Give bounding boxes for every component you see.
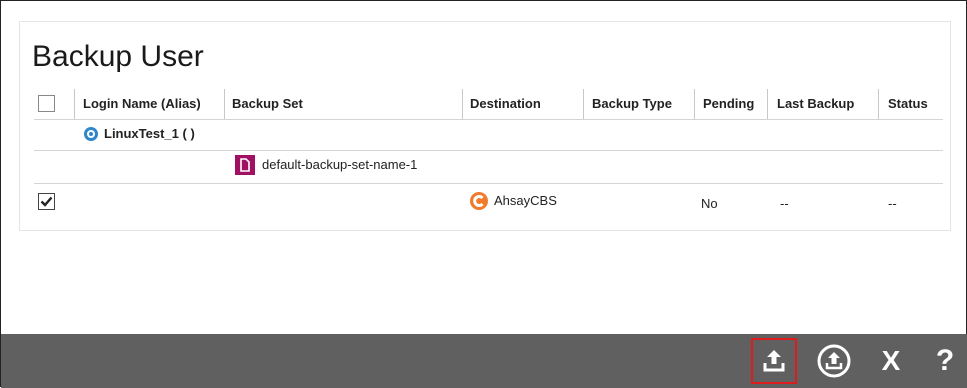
column-header-status[interactable]: Status	[888, 89, 928, 119]
column-header-login-name[interactable]: Login Name (Alias)	[83, 89, 201, 119]
select-all-checkbox[interactable]	[38, 95, 55, 112]
help-button[interactable]: ?	[922, 338, 967, 384]
close-button[interactable]: X	[868, 338, 914, 384]
column-header-backup-set[interactable]: Backup Set	[232, 89, 303, 119]
column-divider	[74, 89, 75, 119]
close-icon: X	[881, 345, 901, 376]
column-header-destination[interactable]: Destination	[470, 89, 541, 119]
column-divider	[224, 89, 225, 119]
footer-toolbar: X ?	[1, 334, 967, 388]
checkmark-icon	[40, 196, 53, 207]
ahsaycbs-destination-icon	[470, 192, 488, 210]
column-header-pending[interactable]: Pending	[703, 89, 754, 119]
upload-option-button[interactable]	[811, 338, 857, 384]
row-divider	[34, 150, 943, 151]
backup-upload-button[interactable]	[751, 338, 797, 384]
circle-upload-icon	[817, 344, 851, 378]
column-header-backup-type[interactable]: Backup Type	[592, 89, 672, 119]
page-title: Backup User	[32, 40, 204, 73]
status-value: --	[888, 196, 897, 211]
user-icon	[84, 127, 98, 141]
help-icon: ?	[935, 344, 955, 377]
user-login-name[interactable]: LinuxTest_1 ( )	[104, 126, 195, 141]
window-frame: Backup User Login Name (Alias) Backup Se…	[0, 0, 967, 388]
backup-set-name[interactable]: default-backup-set-name-1	[262, 157, 417, 172]
backup-set-icon	[235, 155, 255, 175]
pending-value: No	[701, 196, 718, 211]
column-divider	[462, 89, 463, 119]
row-divider	[34, 183, 943, 184]
last-backup-value: --	[780, 196, 789, 211]
column-header-last-backup[interactable]: Last Backup	[777, 89, 854, 119]
column-divider	[878, 89, 879, 119]
header-divider	[34, 119, 943, 120]
destination-name[interactable]: AhsayCBS	[494, 193, 557, 208]
upload-icon	[763, 350, 785, 372]
column-divider	[583, 89, 584, 119]
backup-user-panel: Backup User Login Name (Alias) Backup Se…	[19, 21, 951, 231]
column-divider	[767, 89, 768, 119]
column-divider	[694, 89, 695, 119]
destination-row-checkbox[interactable]	[38, 193, 55, 210]
